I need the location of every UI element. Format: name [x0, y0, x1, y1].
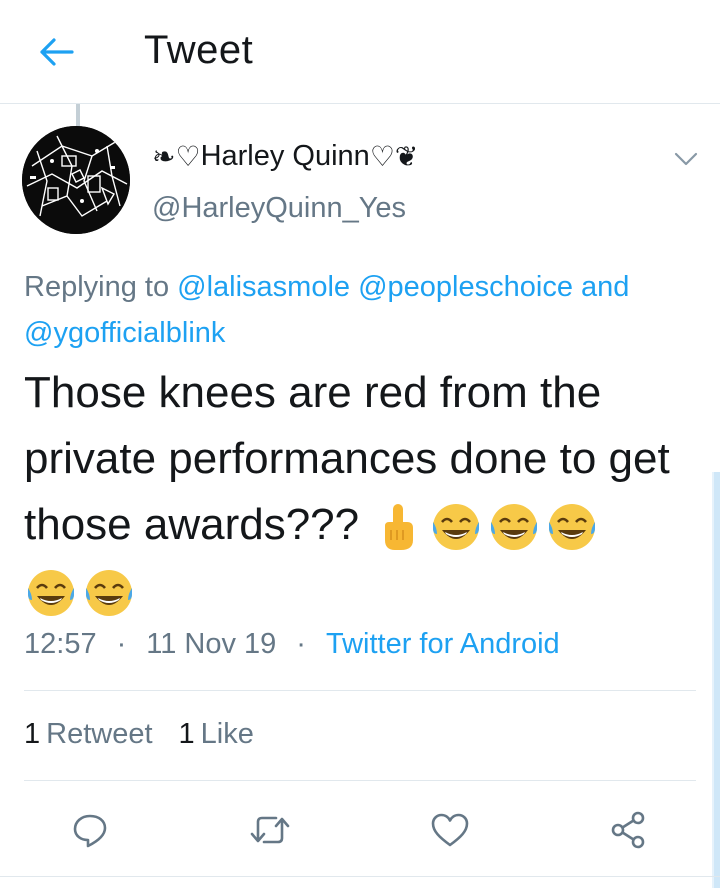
author-name[interactable]: ❧♡ Harley Quinn ♡❦	[152, 140, 418, 173]
retweet-label: Retweet	[46, 718, 153, 750]
joy-emoji-icon	[86, 570, 132, 617]
mention-link[interactable]: @peopleschoice	[358, 271, 573, 303]
point-up-emoji-icon	[385, 504, 414, 551]
author-handle[interactable]: @HarleyQuinn_Yes	[152, 192, 406, 225]
retweet-button[interactable]	[246, 806, 294, 854]
divider	[0, 876, 720, 877]
joy-emoji-icon	[433, 504, 480, 551]
engagement-stats: 1 Retweet 1 Like	[24, 718, 254, 751]
thread-connector	[76, 104, 80, 126]
mention-link[interactable]: @lalisasmole	[177, 271, 350, 303]
action-bar	[0, 800, 720, 860]
top-bar: Tweet	[0, 0, 720, 104]
retweet-icon	[250, 816, 290, 844]
emoji-group	[371, 500, 599, 554]
like-count: 1	[178, 718, 195, 750]
replying-prefix: Replying to	[24, 271, 178, 303]
joy-emoji-icon	[491, 504, 538, 551]
reply-icon	[73, 814, 107, 848]
meta-separator: ·	[116, 628, 127, 660]
name-decoration-right: ♡❦	[369, 140, 419, 173]
divider	[24, 780, 696, 781]
mention-link[interactable]: @ygofficialblink	[24, 317, 225, 349]
joy-emoji-icon	[28, 570, 74, 617]
share-icon	[611, 811, 645, 849]
page-title: Tweet	[144, 28, 254, 72]
tweet-time: 12:57	[24, 628, 97, 660]
like-button[interactable]	[426, 806, 474, 854]
heart-icon	[431, 813, 469, 847]
chevron-down-icon	[674, 152, 698, 166]
back-arrow-icon	[40, 38, 74, 66]
back-button[interactable]	[34, 32, 78, 72]
retweet-stat[interactable]: 1 Retweet	[24, 718, 153, 751]
tweet-meta: 12:57 · 11 Nov 19 · Twitter for Android	[24, 628, 560, 661]
avatar[interactable]	[22, 126, 130, 234]
share-button[interactable]	[604, 806, 652, 854]
emoji-group	[24, 566, 136, 620]
retweet-count: 1	[24, 718, 41, 750]
reply-button[interactable]	[66, 806, 114, 854]
name-decoration-left: ❧♡	[152, 140, 201, 173]
tweet-date: 11 Nov 19	[146, 628, 277, 660]
replying-to: Replying to @lalisasmole @peopleschoice …	[24, 264, 694, 356]
avatar-image	[22, 126, 130, 234]
divider	[24, 690, 696, 691]
tweet-source-link[interactable]: Twitter for Android	[326, 628, 560, 661]
meta-separator: ·	[296, 628, 306, 660]
more-options-button[interactable]	[668, 146, 704, 172]
like-label: Like	[200, 718, 254, 750]
mention-and[interactable]: and	[573, 271, 629, 303]
joy-emoji-icon	[549, 504, 596, 551]
tweet-body: Those knees are red from the private per…	[24, 360, 704, 624]
author-display-name: Harley Quinn	[200, 140, 370, 172]
like-stat[interactable]: 1 Like	[179, 718, 254, 751]
